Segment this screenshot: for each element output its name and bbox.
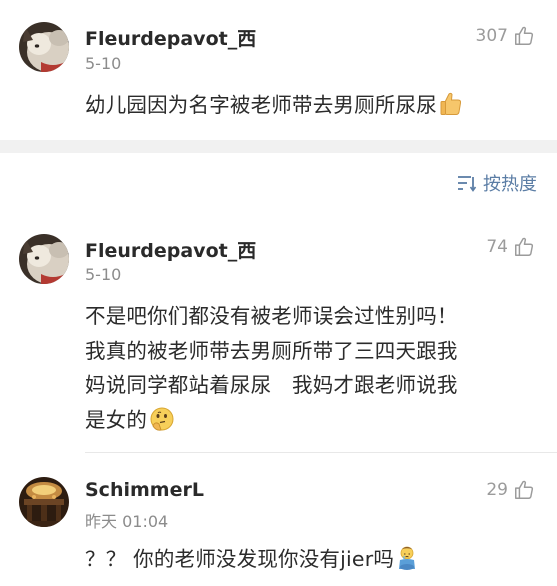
thumbs-up-icon (515, 480, 534, 499)
username[interactable]: Fleurdepavot_西 (85, 24, 256, 51)
avatar[interactable] (19, 234, 69, 284)
timestamp: 5-10 (85, 54, 122, 73)
comment-line: 是女的 (85, 407, 148, 432)
thumbs-up-icon (439, 91, 463, 128)
thumbs-up-icon (515, 26, 534, 45)
thumbs-up-icon (515, 237, 534, 256)
sort-by-heat-button[interactable]: 按热度 (457, 170, 537, 196)
comment-text: 幼儿园因为名字被老师带去男厕所尿尿 (85, 88, 545, 128)
crying-child-icon (396, 545, 418, 582)
like-button[interactable]: 307 (476, 23, 535, 49)
like-count: 307 (475, 26, 508, 46)
comment-line: 不是吧你们都没有被老师误会过性别吗！ (85, 304, 458, 328)
dining-room-avatar-image (19, 477, 69, 527)
comment-text: 不是吧你们都没有被老师误会过性别吗！ 我真的被老师带去男厕所带了三四天跟我 妈说… (85, 299, 535, 442)
sort-label: 按热度 (483, 174, 537, 195)
timestamp: 5-10 (85, 265, 122, 284)
comment-text-content: 幼儿园因为名字被老师带去男厕所尿尿 (85, 93, 437, 117)
top-comment: Fleurdepavot_西 5-10 307 幼儿园因为名字被老师带去男厕所尿… (0, 0, 557, 140)
like-count: 74 (486, 237, 508, 257)
username[interactable]: Fleurdepavot_西 (85, 236, 256, 263)
section-separator (0, 140, 557, 153)
thinking-face-icon (149, 406, 175, 443)
timestamp: 昨天 01:04 (85, 512, 169, 531)
like-count: 29 (486, 480, 508, 500)
avatar[interactable] (19, 22, 69, 72)
cat-avatar-image (19, 234, 69, 284)
comment-item: SchimmerL 昨天 01:04 29 ？？ 你的老师没发现你没有jier吗 (0, 465, 557, 586)
comment-text: ？？ 你的老师没发现你没有jier吗 (85, 542, 535, 582)
comment-text-content: ？？ 你的老师没发现你没有jier吗 (85, 547, 395, 571)
sort-icon (458, 176, 477, 192)
comment-line-last: 是女的 (85, 403, 535, 443)
cat-avatar-image (19, 22, 69, 72)
comment-line: 妈说同学都站着尿尿 我妈才跟老师说我 (85, 373, 458, 397)
comment-item: Fleurdepavot_西 5-10 74 不是吧你们都没有被老师误会过性别吗… (0, 222, 557, 452)
username[interactable]: SchimmerL (85, 479, 204, 501)
like-button[interactable]: 74 (486, 234, 535, 260)
like-button[interactable]: 29 (486, 477, 535, 503)
comment-divider (85, 452, 557, 453)
comment-line: 我真的被老师带去男厕所带了三四天跟我 (85, 338, 458, 363)
avatar[interactable] (19, 477, 69, 527)
